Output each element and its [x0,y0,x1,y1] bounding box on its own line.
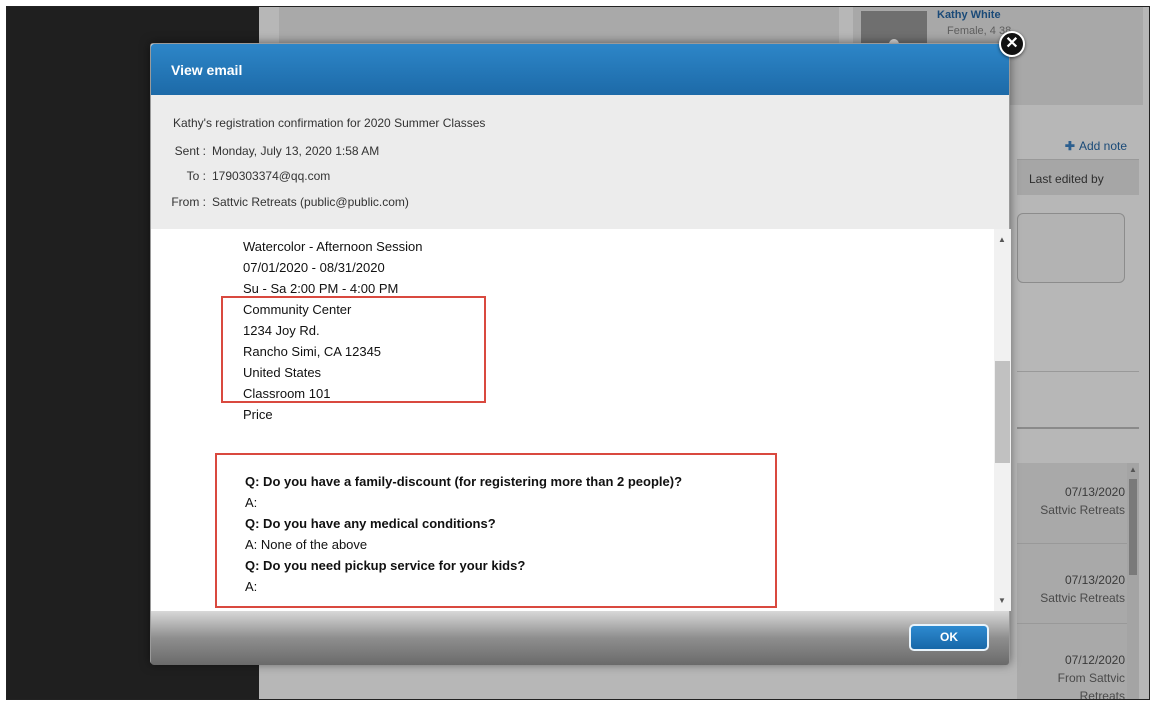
highlight-box-questions [215,453,777,608]
from-row: From : Sattvic Retreats (public@public.co… [151,195,409,209]
from-value: Sattvic Retreats (public@public.com) [212,195,409,209]
class-dates: 07/01/2020 - 08/31/2020 [243,260,385,275]
scroll-thumb[interactable] [995,361,1010,463]
history-from: From Sattvic Retreats [1057,671,1125,700]
sent-label: Sent : [174,144,206,158]
divider [1017,623,1127,624]
ok-button[interactable]: OK [909,624,989,651]
email-body[interactable]: Watercolor - Afternoon Session 07/01/202… [151,229,994,611]
from-label: From : [171,195,206,209]
dialog-header: View email [151,44,1009,95]
profile-name[interactable]: Kathy White [937,9,1001,21]
divider [1017,427,1139,429]
note-box [1017,213,1125,283]
history-date: 07/13/2020 [1064,485,1125,499]
view-email-dialog: View email ✕ Kathy's registration confir… [150,31,1025,665]
sent-row: Sent : Monday, July 13, 2020 1:58 AM [151,144,380,158]
add-note-label: Add note [1078,139,1127,153]
email-meta: Kathy's registration confirmation for 20… [151,95,1009,229]
divider [1017,371,1139,372]
scroll-up-icon[interactable]: ▲ [998,235,1006,244]
list-item[interactable]: 07/12/2020 From Sattvic Retreats [1017,651,1125,700]
list-item[interactable]: 07/13/2020 Sattvic Retreats [1040,571,1125,607]
scroll-up-icon[interactable]: ▲ [1129,465,1137,474]
dialog-title: View email [171,62,243,78]
divider [1017,543,1127,544]
sent-value: Monday, July 13, 2020 1:58 AM [212,144,380,158]
history-from: Sattvic Retreats [1040,591,1125,605]
price-label: Price [243,407,273,422]
to-value: 1790303374@qq.com [212,169,331,183]
scroll-thumb[interactable] [1129,479,1137,575]
class-title: Watercolor - Afternoon Session [243,239,423,254]
list-item[interactable]: 07/13/2020 Sattvic Retreats [1040,483,1125,519]
dialog-footer: OK [151,611,1009,665]
history-list: 07/13/2020 Sattvic Retreats 07/13/2020 S… [1017,463,1127,700]
to-row: To : 1790303374@qq.com [151,169,331,183]
highlight-box-location [221,296,486,403]
history-date: 07/12/2020 [1064,653,1125,667]
last-edited-header: Last edited by [1017,159,1139,195]
history-scrollbar[interactable]: ▲ [1127,463,1139,699]
class-schedule: Su - Sa 2:00 PM - 4:00 PM [243,281,399,296]
history-from: Sattvic Retreats [1040,503,1125,517]
close-icon[interactable]: ✕ [999,31,1025,57]
plus-icon: ✚ [1064,139,1075,153]
scroll-down-icon[interactable]: ▼ [998,596,1006,605]
email-scrollbar[interactable]: ▲ ▼ [994,229,1011,611]
add-note-link[interactable]: ✚ Add note [1065,139,1127,153]
email-subject: Kathy's registration confirmation for 20… [173,116,486,130]
history-date: 07/13/2020 [1064,573,1125,587]
to-label: To : [186,169,206,183]
